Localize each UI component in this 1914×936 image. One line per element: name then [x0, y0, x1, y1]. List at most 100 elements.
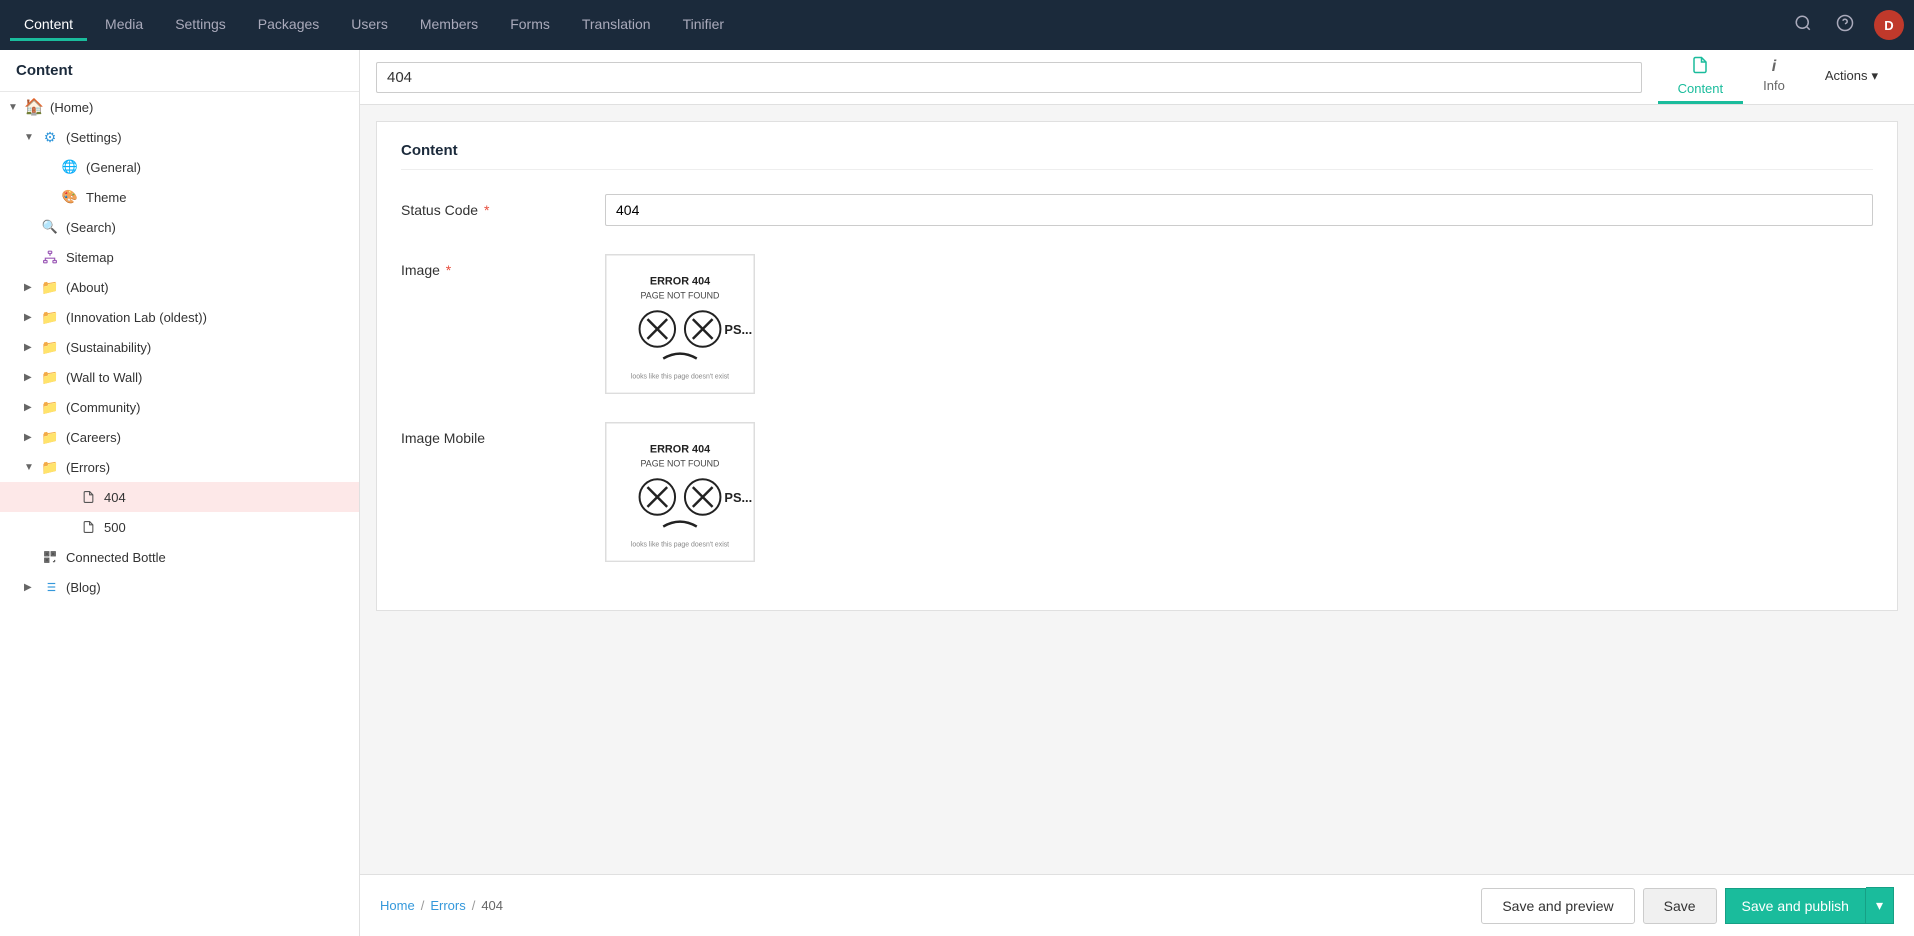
sidebar-item-careers[interactable]: ▶ 📁 (Careers)	[0, 422, 359, 452]
footer-actions: Save and preview Save Save and publish ▾	[1481, 887, 1894, 924]
sidebar-item-general[interactable]: 🌐 (General)	[0, 152, 359, 182]
sidebar-item-innovation[interactable]: ▶ 📁 (Innovation Lab (oldest))	[0, 302, 359, 332]
sidebar-item-settings[interactable]: ▼ ⚙ (Settings)	[0, 122, 359, 152]
svg-text:looks like this page doesn't e: looks like this page doesn't exist	[631, 373, 729, 380]
sidebar-label-theme: Theme	[86, 190, 351, 205]
sidebar-label-sustainability: (Sustainability)	[66, 340, 351, 355]
tab-info[interactable]: i Info	[1743, 50, 1805, 104]
arrow-home: ▼	[8, 102, 24, 113]
nav-members[interactable]: Members	[406, 10, 492, 41]
sidebar-label-settings: (Settings)	[66, 130, 351, 145]
nav-media[interactable]: Media	[91, 10, 157, 41]
sidebar-item-theme[interactable]: 🎨 Theme	[0, 182, 359, 212]
svg-text:PAGE NOT FOUND: PAGE NOT FOUND	[641, 290, 720, 300]
svg-text:looks like this page doesn't e: looks like this page doesn't exist	[631, 541, 729, 548]
help-icon	[1836, 14, 1854, 32]
sidebar-item-errors[interactable]: ▼ 📁 (Errors)	[0, 452, 359, 482]
sidebar-item-500[interactable]: 500	[0, 512, 359, 542]
image-mobile-preview[interactable]: ERROR 404 PAGE NOT FOUND	[605, 422, 755, 562]
svg-text:PAGE NOT FOUND: PAGE NOT FOUND	[641, 458, 720, 468]
image-preview[interactable]: ERROR 404 PAGE NOT FOUND	[605, 254, 755, 394]
sidebar-item-connectedbottle[interactable]: Connected Bottle	[0, 542, 359, 572]
sidebar-item-sustainability[interactable]: ▶ 📁 (Sustainability)	[0, 332, 359, 362]
tab-actions[interactable]: Actions ▾	[1805, 60, 1898, 95]
folder-sustainability-icon: 📁	[40, 337, 60, 357]
page-500-icon	[78, 517, 98, 537]
image-mobile-control: ERROR 404 PAGE NOT FOUND	[605, 422, 1873, 562]
save-publish-group: Save and publish ▾	[1725, 887, 1894, 924]
sidebar-item-search[interactable]: 🔍 (Search)	[0, 212, 359, 242]
status-code-input[interactable]	[605, 194, 1873, 226]
folder-errors-icon: 📁	[40, 457, 60, 477]
page-header: Content i Info Actions ▾	[360, 50, 1914, 105]
sidebar-label-innovation: (Innovation Lab (oldest))	[66, 310, 351, 325]
sidebar-label-connectedbottle: Connected Bottle	[66, 550, 351, 565]
sidebar-label-errors: (Errors)	[66, 460, 351, 475]
nav-content[interactable]: Content	[10, 10, 87, 41]
nav-forms[interactable]: Forms	[496, 10, 564, 41]
sidebar-label-search: (Search)	[66, 220, 351, 235]
page-404-icon	[78, 487, 98, 507]
user-avatar[interactable]: D	[1874, 10, 1904, 40]
error-mobile-image-svg: ERROR 404 PAGE NOT FOUND	[606, 423, 754, 561]
sidebar-item-about[interactable]: ▶ 📁 (About)	[0, 272, 359, 302]
sidebar-label-home: (Home)	[50, 100, 351, 115]
breadcrumb-home[interactable]: Home	[380, 898, 415, 913]
nav-settings[interactable]: Settings	[161, 10, 240, 41]
nav-translation[interactable]: Translation	[568, 10, 665, 41]
svg-text:PS...: PS...	[724, 490, 752, 505]
content-footer: Home / Errors / 404 Save and preview Sav…	[360, 874, 1914, 936]
save-button[interactable]: Save	[1643, 888, 1717, 924]
field-row-status-code: Status Code *	[401, 194, 1873, 226]
gear-icon: ⚙	[40, 127, 60, 147]
breadcrumb-errors[interactable]: Errors	[430, 898, 465, 913]
field-row-image-mobile: Image Mobile ERROR 404 PAGE NOT FOUND	[401, 422, 1873, 562]
search-tree-icon: 🔍	[40, 217, 60, 237]
save-publish-caret[interactable]: ▾	[1866, 887, 1894, 924]
breadcrumb-sep-2: /	[472, 898, 476, 913]
sitemap-icon	[40, 247, 60, 267]
sidebar-item-community[interactable]: ▶ 📁 (Community)	[0, 392, 359, 422]
arrow-innovation: ▶	[24, 312, 40, 323]
content-body: Content Status Code * Image *	[360, 105, 1914, 874]
nav-tinifier[interactable]: Tinifier	[669, 10, 739, 41]
tab-content-label: Content	[1678, 81, 1724, 96]
folder-careers-icon: 📁	[40, 427, 60, 447]
paint-icon: 🎨	[60, 187, 80, 207]
field-row-image: Image * ERROR 404 PAGE NOT FOUND	[401, 254, 1873, 394]
search-button[interactable]	[1790, 10, 1816, 41]
sidebar-label-500: 500	[104, 520, 351, 535]
breadcrumb-sep-1: /	[421, 898, 425, 913]
folder-about-icon: 📁	[40, 277, 60, 297]
tab-actions-label: Actions	[1825, 68, 1868, 83]
status-code-required: *	[480, 202, 489, 218]
sidebar-label-sitemap: Sitemap	[66, 250, 351, 265]
sidebar-label-walltowall: (Wall to Wall)	[66, 370, 351, 385]
sidebar-item-blog[interactable]: ▶ (Blog)	[0, 572, 359, 602]
list-icon	[40, 577, 60, 597]
error-image-svg: ERROR 404 PAGE NOT FOUND	[606, 255, 754, 393]
nav-packages[interactable]: Packages	[244, 10, 333, 41]
status-code-label: Status Code *	[401, 194, 581, 218]
image-mobile-label: Image Mobile	[401, 422, 581, 446]
save-publish-button[interactable]: Save and publish	[1725, 888, 1866, 924]
tab-content[interactable]: Content	[1658, 50, 1744, 104]
sidebar-label-careers: (Careers)	[66, 430, 351, 445]
qr-icon	[40, 547, 60, 567]
page-title-input[interactable]	[376, 62, 1642, 93]
tab-info-label: Info	[1763, 78, 1785, 93]
arrow-about: ▶	[24, 282, 40, 293]
svg-text:PS...: PS...	[724, 322, 752, 337]
save-preview-button[interactable]: Save and preview	[1481, 888, 1634, 924]
content-area: Content i Info Actions ▾ Content St	[360, 50, 1914, 936]
image-required: *	[442, 262, 451, 278]
actions-chevron-icon: ▾	[1871, 68, 1878, 84]
sidebar-item-home[interactable]: ▼ 🏠 (Home)	[0, 92, 359, 122]
sidebar-item-walltowall[interactable]: ▶ 📁 (Wall to Wall)	[0, 362, 359, 392]
svg-text:ERROR 404: ERROR 404	[650, 444, 710, 456]
sidebar-item-404[interactable]: 404	[0, 482, 359, 512]
help-button[interactable]	[1832, 10, 1858, 41]
nav-users[interactable]: Users	[337, 10, 402, 41]
caret-down-icon: ▾	[1876, 897, 1883, 913]
sidebar-item-sitemap[interactable]: Sitemap	[0, 242, 359, 272]
